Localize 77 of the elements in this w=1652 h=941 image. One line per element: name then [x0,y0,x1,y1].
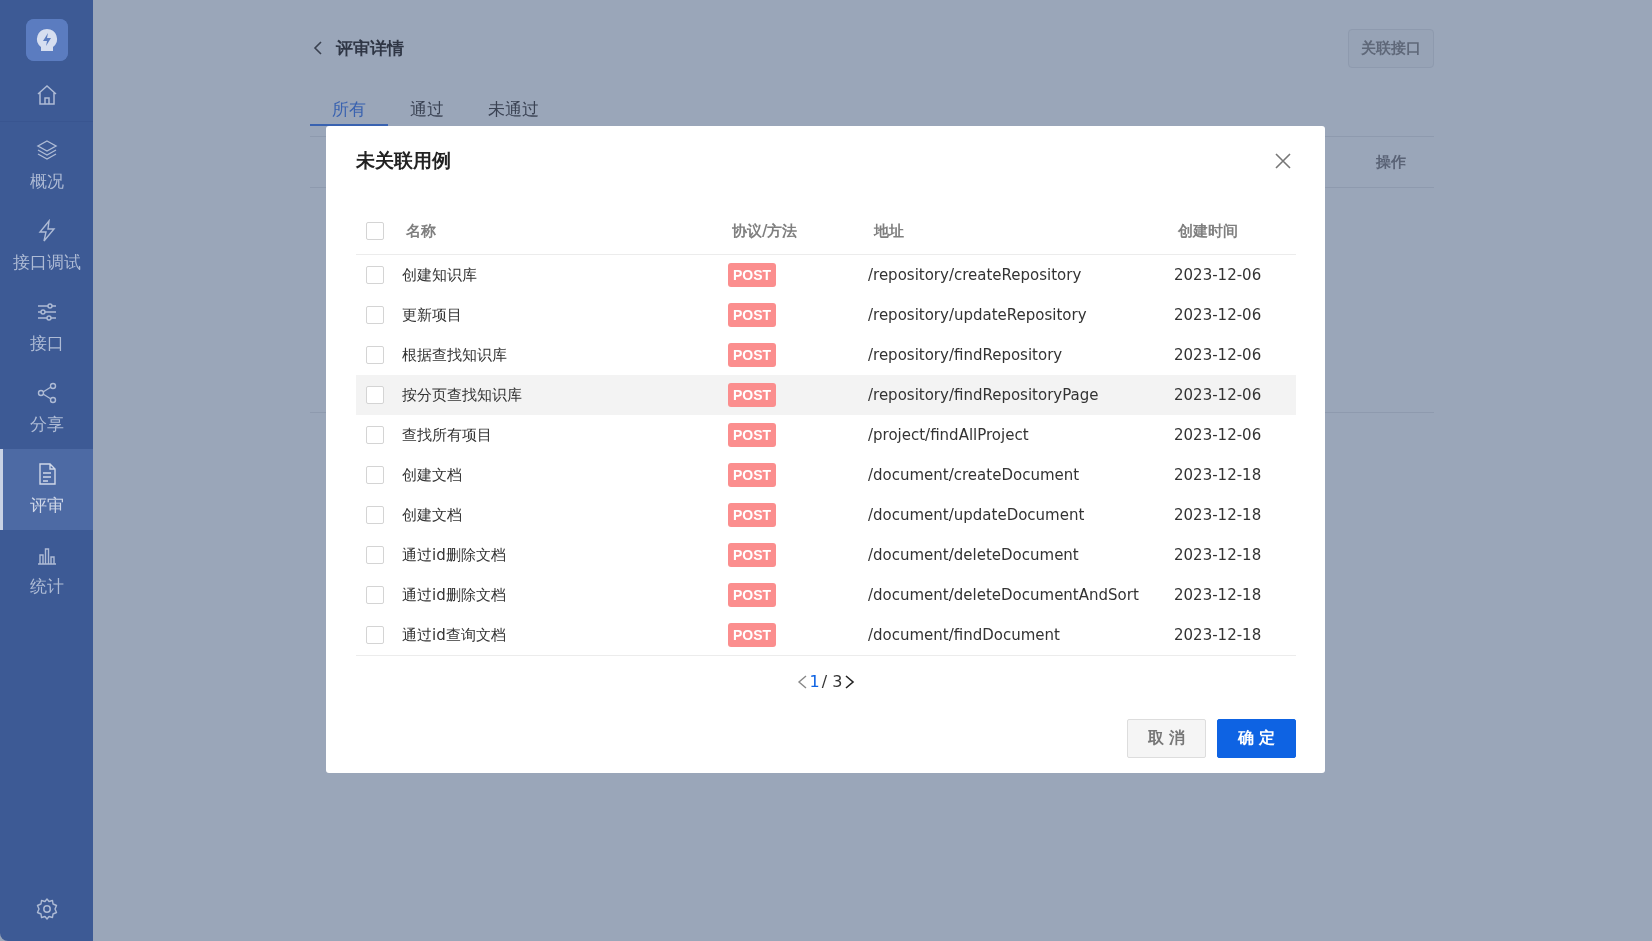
column-header: 创建时间 [1178,221,1238,240]
row-checkbox[interactable] [366,466,384,484]
date-cell: 2023-12-18 [1174,466,1262,484]
close-icon[interactable] [1274,152,1292,170]
address-cell: /repository/createRepository [868,266,1082,284]
cancel-button[interactable]: 取 消 [1127,719,1206,758]
address-cell: /repository/findRepository [868,346,1063,364]
date-cell: 2023-12-06 [1174,386,1262,404]
method-badge: POST [728,583,777,607]
row-checkbox[interactable] [366,426,384,444]
row-checkbox[interactable] [366,386,384,404]
nav-item[interactable]: 接口调试 [0,206,93,287]
address-cell: /document/deleteDocumentAndSort [868,586,1139,604]
layers-icon [34,138,59,162]
case-name: 通过id删除文档 [402,545,506,564]
row-checkbox[interactable] [366,346,384,364]
date-cell: 2023-12-06 [1174,306,1262,324]
next-page-icon[interactable] [844,673,857,690]
link-interface-button[interactable]: 关联接口 [1348,28,1434,68]
nav-item[interactable]: 统计 [0,530,93,611]
page-total: / 3 [821,672,843,691]
case-name: 更新项目 [402,305,462,324]
method-badge: POST [728,303,777,327]
method-badge: POST [728,623,777,647]
case-name: 通过id删除文档 [402,585,506,604]
case-name: 根据查找知识库 [402,345,507,364]
column-header: 操作 [1376,152,1407,172]
address-cell: /project/findAllProject [868,426,1029,444]
method-badge: POST [728,543,777,567]
date-cell: 2023-12-06 [1174,266,1262,284]
case-name: 创建文档 [402,505,462,524]
method-badge: POST [728,263,777,287]
method-badge: POST [728,343,777,367]
tab[interactable]: 未通过 [466,96,561,126]
row-checkbox[interactable] [366,626,384,644]
case-name: 查找所有项目 [402,425,492,444]
case-name: 创建知识库 [402,265,477,284]
page-title: 评审详情 [336,36,405,60]
method-badge: POST [728,503,777,527]
tab[interactable]: 通过 [388,96,466,126]
date-cell: 2023-12-18 [1174,586,1262,604]
logo-icon [25,19,68,61]
address-cell: /repository/findRepositoryPage [868,386,1099,404]
nav-item[interactable]: 接口 [0,287,93,368]
case-name: 创建文档 [402,465,462,484]
address-cell: /repository/updateRepository [868,306,1087,324]
method-badge: POST [728,423,777,447]
current-page: 1 [809,672,820,691]
nav-item[interactable]: 分享 [0,368,93,449]
nav-item[interactable]: 评审 [0,449,93,530]
row-checkbox[interactable] [366,546,384,564]
row-checkbox[interactable] [366,266,384,284]
settings-icon[interactable] [34,897,59,921]
address-cell: /document/findDocument [868,626,1060,644]
date-cell: 2023-12-18 [1174,626,1262,644]
column-header: 地址 [874,221,904,240]
select-all-checkbox[interactable] [366,222,384,240]
date-cell: 2023-12-18 [1174,506,1262,524]
previous-page-icon[interactable] [795,673,808,690]
row-checkbox[interactable] [366,506,384,524]
method-badge: POST [728,383,777,407]
address-cell: /document/deleteDocument [868,546,1079,564]
column-header: 名称 [406,221,436,240]
date-cell: 2023-12-06 [1174,426,1262,444]
address-cell: /document/updateDocument [868,506,1085,524]
case-name: 按分页查找知识库 [402,385,522,404]
confirm-button[interactable]: 确 定 [1217,719,1296,758]
case-name: 通过id查询文档 [402,625,506,644]
dialog-title: 未关联用例 [356,148,451,173]
row-checkbox[interactable] [366,586,384,604]
date-cell: 2023-12-18 [1174,546,1262,564]
column-header: 协议/方法 [732,221,798,240]
address-cell: /document/createDocument [868,466,1080,484]
nav-item[interactable]: 概况 [0,122,93,206]
method-badge: POST [728,463,777,487]
date-cell: 2023-12-06 [1174,346,1262,364]
row-checkbox[interactable] [366,306,384,324]
